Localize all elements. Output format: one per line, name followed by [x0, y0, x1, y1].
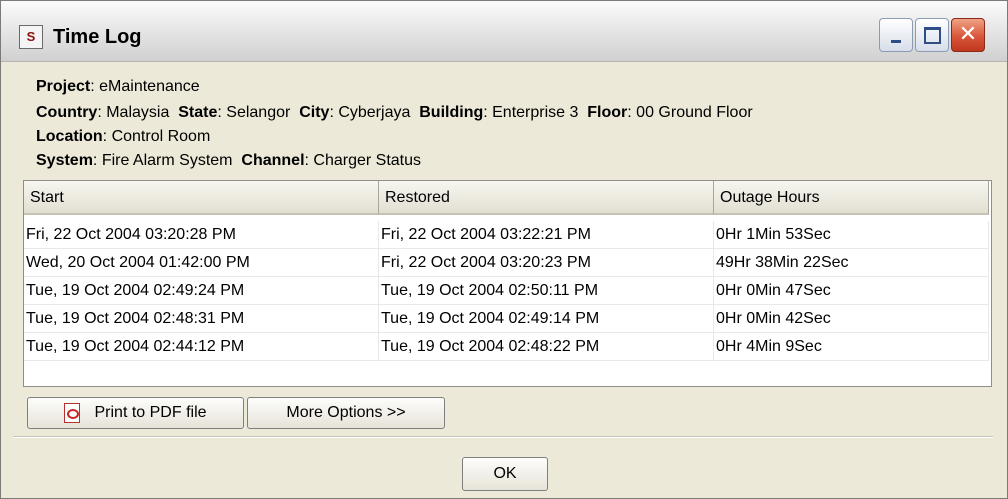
system-value: Fire Alarm System [101, 152, 233, 169]
cell-restored: Tue, 19 Oct 2004 02:49:14 PM [379, 305, 714, 333]
close-icon: ✕ [958, 22, 978, 47]
location-value: Control Room [111, 128, 211, 145]
footer-divider [13, 436, 993, 438]
building-label: Building [419, 104, 484, 121]
location-line: Location: Control Room [36, 128, 211, 145]
maximize-icon [923, 26, 941, 44]
column-header-restored[interactable]: Restored [379, 181, 714, 215]
cell-start: Fri, 22 Oct 2004 03:20:28 PM [24, 221, 379, 249]
cell-start: Tue, 19 Oct 2004 02:49:24 PM [24, 277, 379, 305]
cell-outage-hours: 0Hr 0Min 42Sec [714, 305, 989, 333]
system-label: System [36, 152, 93, 169]
minimize-button[interactable] [879, 18, 913, 52]
channel-label: Channel [241, 152, 305, 169]
print-to-pdf-button[interactable]: Print to PDF file [27, 397, 244, 429]
cell-outage-hours: 0Hr 0Min 47Sec [714, 277, 989, 305]
cell-start: Wed, 20 Oct 2004 01:42:00 PM [24, 249, 379, 277]
cell-start: Tue, 19 Oct 2004 02:48:31 PM [24, 305, 379, 333]
cell-restored: Fri, 22 Oct 2004 03:22:21 PM [379, 221, 714, 249]
time-log-window: S Time Log ✕ Project: eMaintenance Count… [0, 0, 1008, 499]
cell-start: Tue, 19 Oct 2004 02:44:12 PM [24, 333, 379, 361]
building-value: Enterprise 3 [492, 104, 579, 121]
more-options-label: More Options >> [286, 404, 406, 421]
more-options-button[interactable]: More Options >> [247, 397, 445, 429]
cell-outage-hours: 0Hr 4Min 9Sec [714, 333, 989, 361]
channel-value: Charger Status [313, 152, 422, 169]
print-to-pdf-label: Print to PDF file [94, 404, 207, 421]
table-row[interactable]: Tue, 19 Oct 2004 02:44:12 PM Tue, 19 Oct… [24, 333, 991, 361]
app-logo-icon: S [19, 25, 43, 49]
cell-restored: Fri, 22 Oct 2004 03:20:23 PM [379, 249, 714, 277]
maximize-button[interactable] [915, 18, 949, 52]
project-line: Project: eMaintenance [36, 78, 200, 95]
floor-label: Floor [587, 104, 628, 121]
system-line: System: Fire Alarm System Channel: Charg… [36, 152, 422, 169]
state-value: Selangor [226, 104, 291, 121]
column-header-outage-hours[interactable]: Outage Hours [714, 181, 989, 215]
table-row[interactable]: Wed, 20 Oct 2004 01:42:00 PM Fri, 22 Oct… [24, 249, 991, 277]
floor-value: 00 Ground Floor [636, 104, 753, 121]
cell-restored: Tue, 19 Oct 2004 02:50:11 PM [379, 277, 714, 305]
city-label: City [299, 104, 330, 121]
cell-outage-hours: 49Hr 38Min 22Sec [714, 249, 989, 277]
table-row[interactable]: Tue, 19 Oct 2004 02:48:31 PM Tue, 19 Oct… [24, 305, 991, 333]
close-button[interactable]: ✕ [951, 18, 985, 52]
time-log-table[interactable]: Start Restored Outage Hours Fri, 22 Oct … [23, 180, 992, 387]
cell-restored: Tue, 19 Oct 2004 02:48:22 PM [379, 333, 714, 361]
city-value: Cyberjaya [338, 104, 411, 121]
cell-outage-hours: 0Hr 1Min 53Sec [714, 221, 989, 249]
ok-label: OK [493, 465, 517, 482]
table-row[interactable]: Tue, 19 Oct 2004 02:49:24 PM Tue, 19 Oct… [24, 277, 991, 305]
country-value: Malaysia [106, 104, 170, 121]
project-value: eMaintenance [99, 78, 200, 95]
location-details-line: Country: Malaysia State: Selangor City: … [36, 104, 753, 121]
location-label: Location [36, 128, 103, 145]
state-label: State [178, 104, 218, 121]
country-label: Country [36, 104, 98, 121]
column-header-start[interactable]: Start [24, 181, 379, 215]
window-title: Time Log [53, 26, 142, 48]
project-label: Project [36, 78, 91, 95]
table-header: Start Restored Outage Hours [24, 181, 991, 217]
ok-button[interactable]: OK [462, 457, 548, 491]
table-row[interactable]: Fri, 22 Oct 2004 03:20:28 PM Fri, 22 Oct… [24, 221, 991, 249]
pdf-icon [64, 403, 81, 423]
minimize-icon [891, 39, 901, 43]
title-bar[interactable]: S Time Log ✕ [1, 1, 1007, 62]
